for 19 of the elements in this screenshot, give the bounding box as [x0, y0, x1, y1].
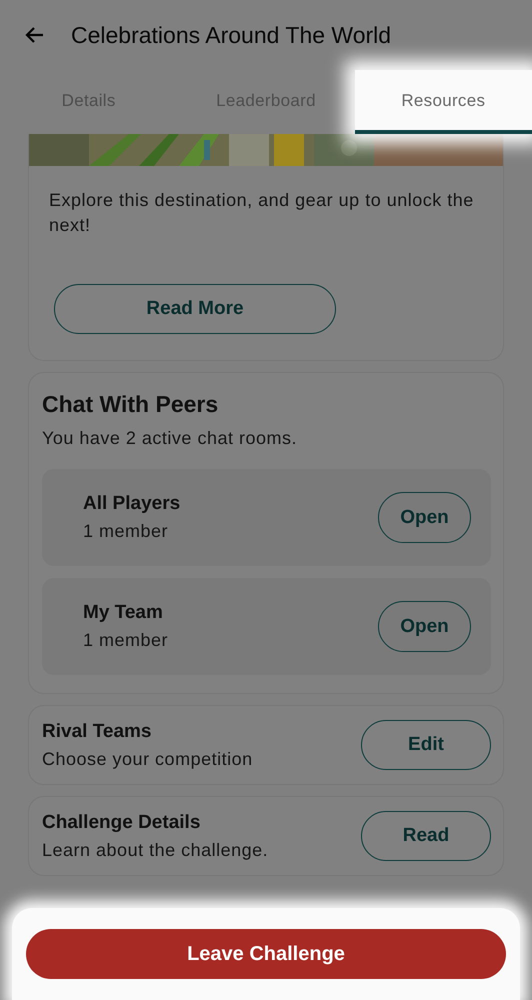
member-count: 1 member	[83, 521, 170, 542]
room-name: My Team	[83, 602, 164, 624]
section-title: Challenge Details	[42, 812, 202, 834]
destination-text: Explore this destination, and gear up to unlock the next!	[49, 189, 475, 237]
tab[interactable]: Resources	[354, 70, 532, 134]
card-subtitle: You have 2 active chat rooms.	[42, 428, 298, 449]
read-more-button[interactable]: Read More	[54, 284, 336, 334]
page-title: Celebrations Around The World	[71, 22, 392, 48]
section-button[interactable]: Edit	[361, 720, 491, 770]
section-button[interactable]: Read	[361, 811, 491, 861]
section-subtitle: Learn about the challenge.	[42, 840, 268, 860]
room-name: All Players	[83, 493, 180, 515]
member-count: 1 member	[83, 630, 168, 651]
section-title: Rival Teams	[42, 720, 152, 742]
card-title: Chat With Peers	[42, 391, 220, 418]
open-button[interactable]: Open	[378, 492, 471, 543]
open-button[interactable]: Open	[378, 601, 471, 652]
section-subtitle: Choose your competition	[42, 748, 253, 770]
leave-challenge-button[interactable]: Leave Challenge	[26, 929, 506, 979]
